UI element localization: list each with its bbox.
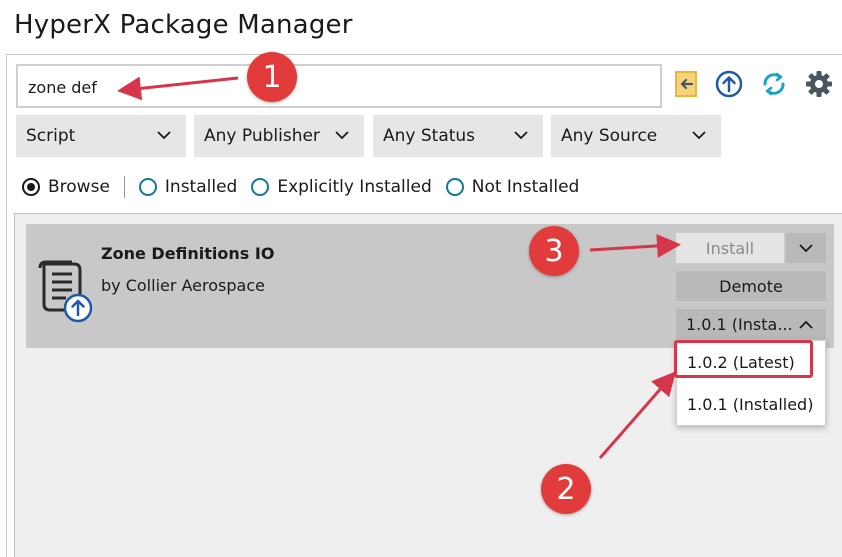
version-menu: 1.0.2 (Latest) 1.0.1 (Installed) xyxy=(676,340,826,426)
filter-status[interactable]: Any Status xyxy=(373,115,543,157)
install-button[interactable]: Install xyxy=(676,233,784,263)
demote-button[interactable]: Demote xyxy=(676,271,826,301)
radio-not-installed-label: Not Installed xyxy=(471,177,580,197)
filter-source-label: Any Source xyxy=(561,126,658,146)
radio-explicitly-installed-indicator xyxy=(251,178,270,196)
package-title: Zone Definitions IO xyxy=(101,244,275,263)
radio-not-installed[interactable]: Not Installed xyxy=(445,177,580,197)
chevron-down-icon xyxy=(157,131,171,140)
refresh-icon[interactable] xyxy=(758,68,790,100)
callout-1: 1 xyxy=(247,52,297,102)
radio-browse-label: Browse xyxy=(48,177,110,197)
chevron-up-icon xyxy=(799,320,813,329)
radio-installed-label: Installed xyxy=(164,177,238,197)
filter-publisher-label: Any Publisher xyxy=(204,126,320,146)
upload-icon[interactable] xyxy=(713,68,745,100)
radio-browse-indicator xyxy=(22,178,40,196)
radio-explicitly-installed-label: Explicitly Installed xyxy=(277,177,432,197)
radio-installed-indicator xyxy=(138,178,157,196)
version-select-value: 1.0.1 (Insta... xyxy=(686,314,793,334)
package-publisher: by Collier Aerospace xyxy=(101,276,265,295)
radio-browse[interactable]: Browse xyxy=(22,177,110,197)
gear-icon[interactable] xyxy=(803,68,835,100)
app-title: HyperX Package Manager xyxy=(14,10,353,40)
callout-3: 3 xyxy=(529,226,579,276)
callout-2: 2 xyxy=(541,464,591,514)
filter-status-label: Any Status xyxy=(383,126,476,146)
radio-separator xyxy=(123,176,125,198)
script-package-icon xyxy=(36,258,96,324)
chevron-down-icon xyxy=(692,131,706,140)
filter-publisher[interactable]: Any Publisher xyxy=(194,115,364,157)
chevron-down-icon xyxy=(514,131,528,140)
version-option-installed[interactable]: 1.0.1 (Installed) xyxy=(687,395,813,414)
install-dropdown-button[interactable] xyxy=(786,233,826,263)
radio-explicitly-installed[interactable]: Explicitly Installed xyxy=(251,177,432,197)
version-option-latest[interactable]: 1.0.2 (Latest) xyxy=(687,353,795,372)
search-input[interactable] xyxy=(28,76,428,98)
version-select[interactable]: 1.0.1 (Insta... xyxy=(676,309,826,339)
view-mode-group: Browse Installed Explicitly Installed No… xyxy=(22,175,593,199)
filter-type-label: Script xyxy=(26,126,76,146)
chevron-down-icon xyxy=(335,131,349,140)
filter-source[interactable]: Any Source xyxy=(551,115,721,157)
search-box[interactable] xyxy=(16,64,662,108)
radio-installed[interactable]: Installed xyxy=(138,177,238,197)
filter-type[interactable]: Script xyxy=(16,115,186,157)
radio-not-installed-indicator xyxy=(445,178,464,196)
chevron-down-icon xyxy=(799,244,813,253)
import-icon[interactable] xyxy=(670,68,702,100)
